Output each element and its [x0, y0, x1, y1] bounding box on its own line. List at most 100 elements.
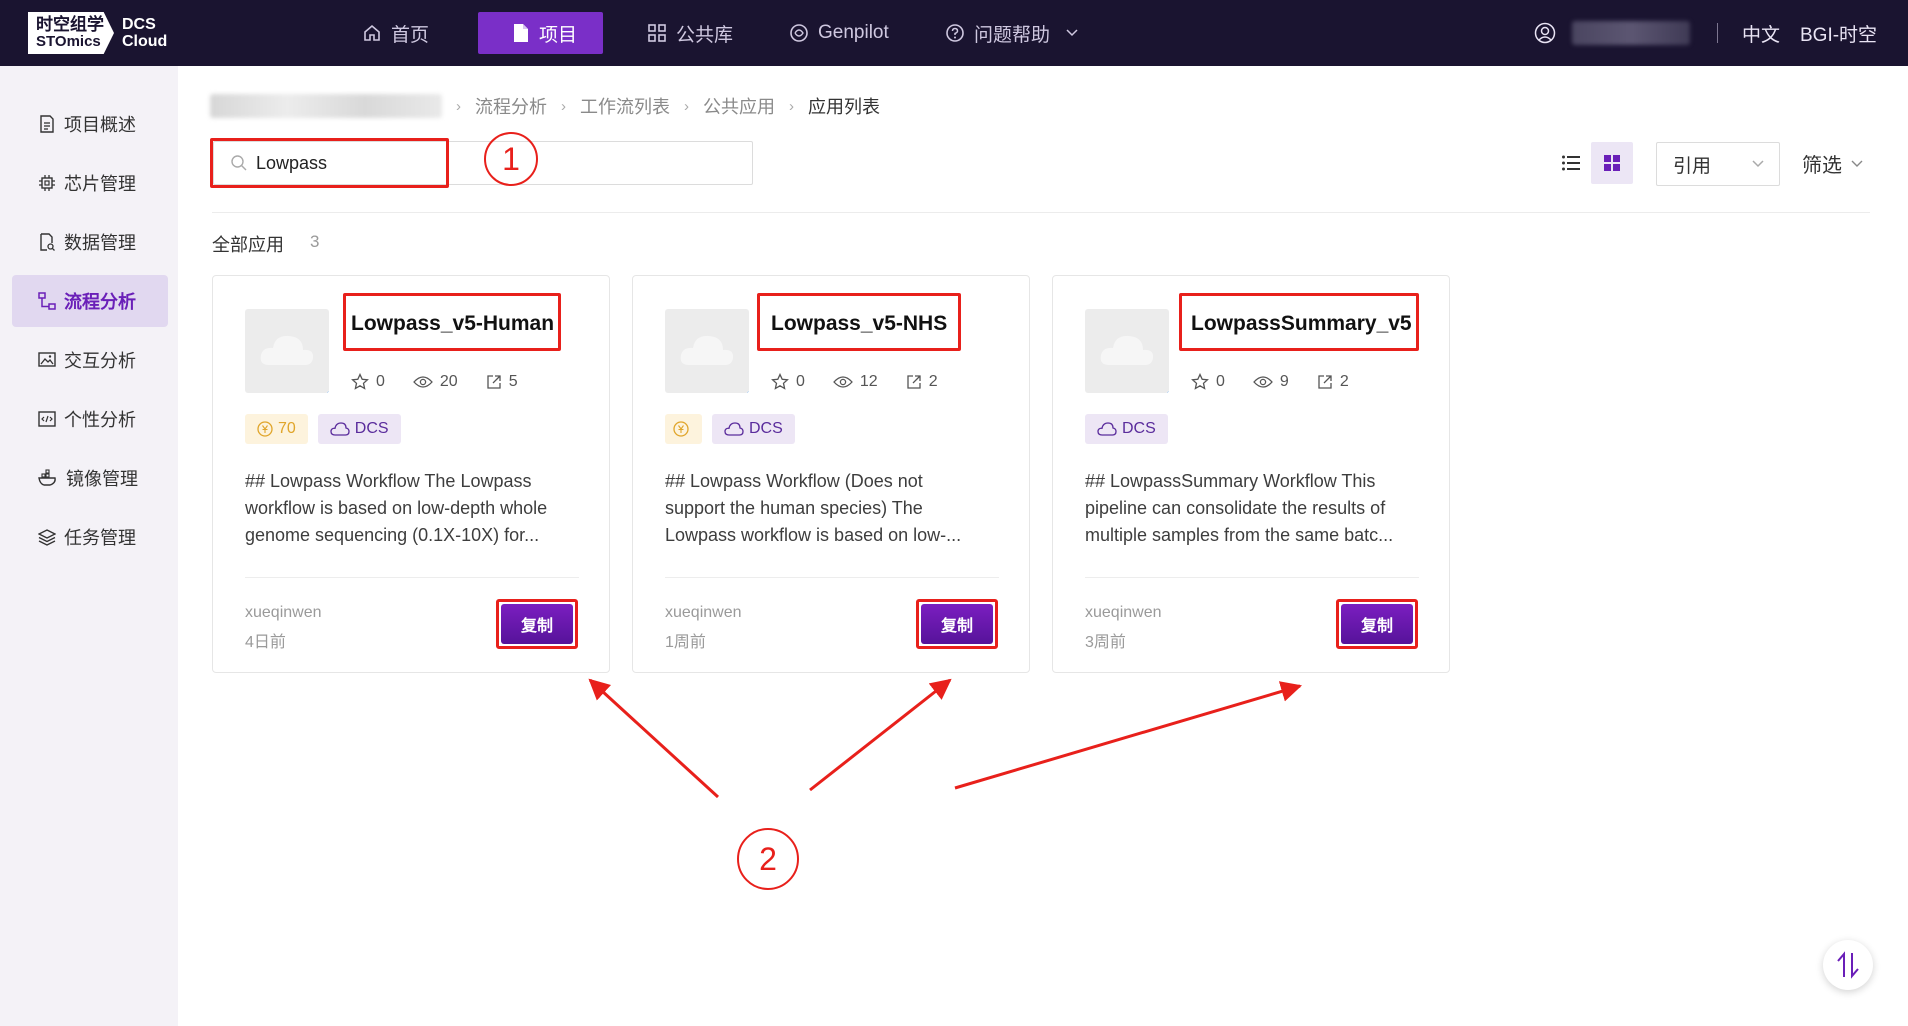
nav-home[interactable]: 首页 — [362, 12, 429, 54]
price-tag — [665, 414, 702, 444]
nav-project[interactable]: 项目 — [478, 12, 604, 54]
app-description: ## Lowpass Workflow The Lowpass workflow… — [245, 471, 548, 545]
help-icon — [946, 24, 964, 42]
app-stats: 0 9 2 — [1191, 373, 1377, 391]
chevron-down-icon — [1851, 160, 1863, 167]
sidebar-item-workflow[interactable]: 流程分析 — [12, 275, 168, 327]
sidebar-item-overview[interactable]: 项目概述 — [12, 98, 168, 150]
sidebar-item-image-management[interactable]: 镜像管理 — [12, 452, 168, 504]
grid-view-button[interactable] — [1591, 142, 1633, 184]
breadcrumb-public-apps[interactable]: 公共应用 — [703, 93, 775, 119]
dcs-tag: DCS — [1085, 414, 1168, 444]
external-link-icon — [1318, 375, 1332, 389]
data-icon — [40, 233, 55, 251]
search-icon — [231, 155, 247, 171]
app-title[interactable]: Lowpass_v5-NHS — [771, 312, 947, 336]
organization-switch[interactable]: BGI-时空 — [1800, 12, 1877, 54]
nav-home-label: 首页 — [391, 24, 430, 46]
language-label: 中文 — [1742, 24, 1781, 46]
cloud-icon — [260, 335, 314, 365]
scroll-toggle-button[interactable] — [1823, 940, 1873, 990]
app-stats: 0 20 5 — [351, 373, 546, 391]
sidebar-item-data[interactable]: 数据管理 — [12, 216, 168, 268]
app-tags: DCS — [1085, 414, 1178, 444]
breadcrumb: › 流程分析 › 工作流列表 › 公共应用 › 应用列表 — [210, 92, 880, 120]
star-icon — [351, 373, 369, 390]
code-icon — [38, 411, 56, 427]
app-description: ## LowpassSummary Workflow This pipeline… — [1085, 471, 1394, 545]
app-title[interactable]: LowpassSummary_v5 — [1191, 312, 1412, 336]
workflow-badge — [747, 391, 749, 393]
app-thumbnail — [665, 309, 749, 393]
all-apps-label: 全部应用 — [212, 235, 284, 255]
filter-button[interactable]: 筛选 — [1802, 148, 1864, 178]
username-redacted — [1572, 21, 1690, 45]
breadcrumb-app-list: 应用列表 — [808, 97, 880, 117]
breadcrumb-workflow-list[interactable]: 工作流列表 — [580, 93, 670, 119]
chip-icon — [39, 175, 55, 191]
external-link-icon — [907, 375, 921, 389]
sidebar-item-label: 交互分析 — [64, 351, 136, 371]
nav-public-library[interactable]: 公共库 — [647, 12, 733, 54]
filter-label: 筛选 — [1802, 154, 1842, 177]
cloud-icon — [680, 335, 734, 365]
sidebar-item-label: 芯片管理 — [64, 174, 136, 194]
grid-view-icon — [1604, 155, 1620, 171]
all-apps-count: 3 — [310, 232, 320, 251]
cite-count: 2 — [906, 373, 938, 391]
docker-icon — [38, 469, 56, 486]
logo-product1: DCS — [122, 16, 156, 33]
overview-icon — [40, 115, 54, 133]
nav-genpilot[interactable]: Genpilot — [789, 12, 889, 54]
layers-icon — [38, 529, 56, 546]
eye-icon — [413, 376, 433, 388]
view-count: 20 — [413, 373, 458, 391]
copy-button[interactable]: 复制 — [1341, 604, 1413, 644]
annotation-step-2: 2 — [737, 828, 799, 890]
cite-sort-select[interactable]: 引用 — [1656, 142, 1780, 186]
cloud-outline-icon — [330, 422, 350, 436]
coin-icon — [673, 421, 689, 437]
app-title[interactable]: Lowpass_v5-Human — [351, 312, 554, 336]
external-link-icon — [487, 375, 501, 389]
arrow-to-card-3 — [954, 681, 1303, 790]
eye-icon — [1253, 376, 1273, 388]
app-thumbnail — [245, 309, 329, 393]
sidebar-item-interactive[interactable]: 交互分析 — [12, 334, 168, 386]
star-count[interactable]: 0 — [1191, 373, 1225, 391]
sidebar-item-label: 流程分析 — [64, 292, 136, 312]
app-card[interactable]: LowpassSummary_v5 0 9 2 DCS ## LowpassSu… — [1052, 275, 1450, 673]
toolbar-divider — [212, 212, 1870, 213]
language-switch[interactable]: 中文 — [1742, 12, 1780, 54]
copy-button[interactable]: 复制 — [921, 604, 993, 644]
breadcrumb-workflow-analysis[interactable]: 流程分析 — [475, 93, 547, 119]
nav-help[interactable]: 问题帮助 — [945, 12, 1087, 54]
app-description: ## Lowpass Workflow (Does not support th… — [665, 471, 962, 545]
star-count[interactable]: 0 — [771, 373, 805, 391]
organization-label: BGI-时空 — [1800, 24, 1878, 46]
star-count[interactable]: 0 — [351, 373, 385, 391]
header-divider — [1717, 23, 1718, 43]
stomics-logo[interactable]: 时空组学 STOmics DCS Cloud — [28, 12, 167, 54]
app-card[interactable]: Lowpass_v5-Human 0 20 5 70 DCS ## Lowpas… — [212, 275, 610, 673]
breadcrumb-project-redacted[interactable] — [210, 94, 442, 118]
sidebar-item-task[interactable]: 任务管理 — [12, 511, 168, 563]
annotation-step-1: 1 — [484, 132, 538, 186]
cite-count: 2 — [1317, 373, 1349, 391]
app-thumbnail — [1085, 309, 1169, 393]
list-view-button[interactable] — [1550, 142, 1592, 184]
sidebar-item-chip[interactable]: 芯片管理 — [12, 157, 168, 209]
copy-button[interactable]: 复制 — [501, 604, 573, 644]
view-count: 12 — [833, 373, 878, 391]
cite-select-value: 引用 — [1673, 155, 1712, 177]
app-author: xueqinwen — [665, 604, 742, 621]
home-icon — [364, 24, 380, 41]
sidebar-item-custom[interactable]: 个性分析 — [12, 393, 168, 445]
view-count: 9 — [1253, 373, 1289, 391]
dcs-tag: DCS — [712, 414, 795, 444]
app-card[interactable]: Lowpass_v5-NHS 0 12 2 DCS ## Lowpass Wor… — [632, 275, 1030, 673]
user-menu[interactable] — [1534, 12, 1690, 54]
app-updated-time: 1周前 — [665, 634, 706, 651]
search-input[interactable] — [256, 150, 636, 176]
cloud-icon — [1100, 335, 1154, 365]
